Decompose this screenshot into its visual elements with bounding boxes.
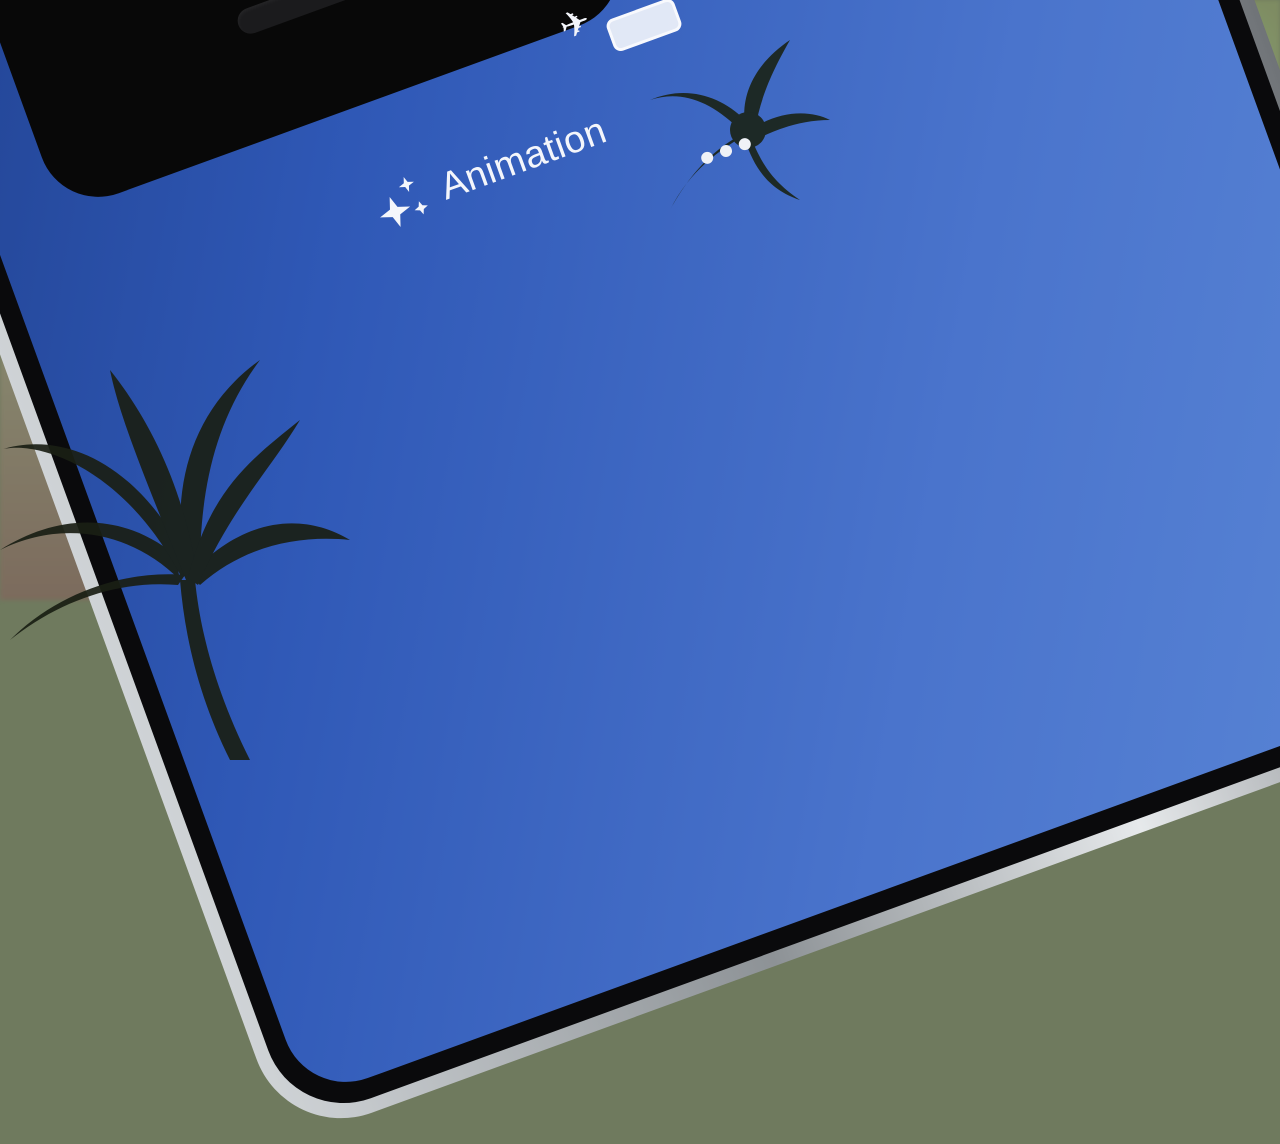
status-bar: ✈ (554, 0, 684, 53)
earpiece-speaker (234, 0, 413, 38)
palm-tree-left (0, 360, 350, 760)
battery-icon (604, 0, 684, 53)
airplane-icon: ✈ (553, 0, 597, 49)
palm-tree-top-right (650, 40, 830, 210)
